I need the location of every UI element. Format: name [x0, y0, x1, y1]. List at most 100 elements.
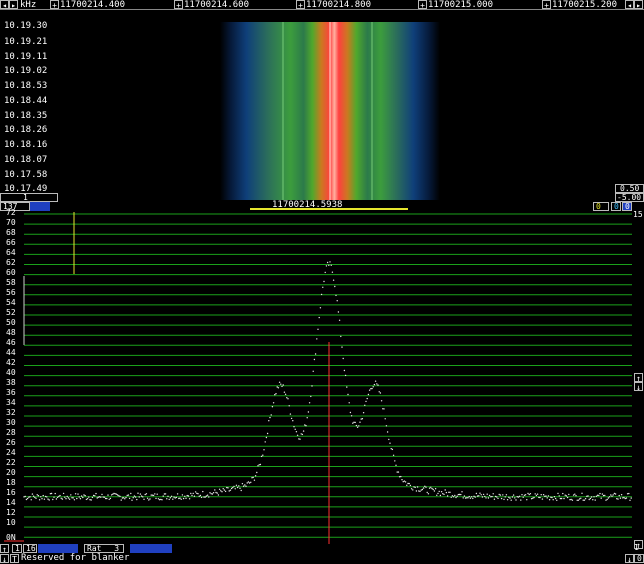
bottom-left-button[interactable]: ↑: [0, 544, 9, 554]
waterfall-scrollbar[interactable]: 1: [0, 193, 58, 202]
spectrum-point: [547, 495, 550, 497]
spectrum-point: [88, 496, 90, 498]
spectrum-point: [606, 498, 608, 501]
gain-up-button[interactable]: ↑: [634, 373, 643, 383]
spectrum-point: [107, 494, 109, 496]
spectrum-point: [94, 495, 96, 497]
spectrum-point: [162, 495, 164, 497]
spectrum-point: [50, 492, 53, 495]
spectrum-point: [322, 286, 324, 288]
freq-tick-2: 11700214.600: [184, 0, 250, 10]
spectrum-point: [374, 380, 377, 382]
tick-4-marker-button[interactable]: +: [418, 0, 427, 10]
spectrum-point: [589, 497, 592, 500]
spectrum-point: [109, 497, 112, 500]
spectrum-plot[interactable]: [0, 212, 644, 548]
box-b[interactable]: 16: [23, 544, 37, 553]
rat-value: 3: [114, 544, 120, 553]
waterfall-display[interactable]: [0, 12, 644, 202]
waterfall-svg: [220, 22, 440, 200]
spectrum-point: [548, 499, 551, 501]
spectrum-point: [562, 492, 564, 495]
spectrum-point: [383, 408, 385, 410]
bottom-row2-t-button[interactable]: T: [10, 554, 19, 564]
spectrum-point: [181, 494, 184, 496]
spectrum-point: [623, 496, 625, 499]
spectrum-point: [535, 494, 538, 497]
scale-bottom-box[interactable]: -5.00: [615, 193, 644, 202]
spectrum-point: [53, 496, 55, 498]
spectrum-point: [52, 498, 54, 501]
bottom-right-box[interactable]: 0: [634, 554, 644, 563]
spectrum-point: [26, 497, 29, 500]
spectrum-point: [220, 490, 222, 492]
y-label-36: 36: [6, 388, 16, 397]
gain-down-button[interactable]: ↓: [634, 382, 643, 392]
scale-top-box[interactable]: 0.50: [615, 184, 644, 193]
spectrum-point: [560, 497, 563, 500]
spectrum-point: [618, 494, 620, 497]
spectrum-point: [130, 492, 132, 495]
spectrum-point: [617, 498, 619, 500]
spectrum-point: [140, 495, 143, 497]
spectrum-point: [127, 494, 130, 496]
spectrum-point: [248, 482, 251, 484]
box-a[interactable]: 1: [12, 544, 22, 553]
right-box-a[interactable]: 0: [593, 202, 609, 211]
left-blue-box[interactable]: [30, 202, 50, 211]
waterfall-time-5: 10.18.53: [4, 81, 48, 91]
scroll-far-right-button[interactable]: ▸: [634, 0, 643, 10]
spectrum-point: [350, 415, 353, 417]
spectrum-point: [572, 494, 575, 496]
spectrum-point: [593, 496, 595, 498]
rat-box[interactable]: Rat 3: [84, 544, 124, 553]
bottom-row2-right-button[interactable]: ↓: [625, 554, 634, 564]
spectrum-point: [80, 495, 83, 497]
spectrum-point: [545, 495, 547, 497]
spectrum-point: [624, 497, 626, 500]
spectrum-point: [455, 496, 457, 499]
scroll-right-button[interactable]: ▸: [9, 0, 18, 10]
tick-3-marker-button[interactable]: +: [296, 0, 305, 10]
spectrum-point: [232, 486, 234, 489]
spectrum-point: [156, 493, 158, 495]
spectrum-point: [628, 492, 630, 495]
bottom-right-value: 0: [637, 554, 642, 563]
spectrum-point: [376, 383, 378, 385]
spectrum-point: [508, 496, 510, 498]
spectrum-point: [218, 488, 221, 490]
spectrum-point: [557, 492, 559, 495]
spectrum-point: [343, 369, 346, 372]
right-box-c[interactable]: 0: [622, 202, 632, 211]
blue-box-2[interactable]: [130, 544, 172, 553]
spectrum-point: [511, 496, 514, 498]
spectrum-point: [227, 487, 229, 489]
spectrum-point: [491, 495, 493, 498]
spectrum-point: [478, 495, 480, 497]
spectrum-point: [334, 285, 336, 288]
bottom-row2-left-button[interactable]: ↓: [0, 554, 9, 564]
y-label-66: 66: [6, 238, 16, 247]
spectrum-point: [493, 498, 496, 500]
y-label-24: 24: [6, 448, 16, 457]
y-label-60: 60: [6, 268, 16, 277]
scroll-left-button[interactable]: ◂: [0, 0, 9, 10]
spectrum-point: [142, 496, 144, 498]
spectrum-point: [313, 358, 316, 361]
scroll-far-left-button[interactable]: ◂: [625, 0, 634, 10]
spectrum-point: [550, 496, 552, 498]
tick-2-marker-button[interactable]: +: [174, 0, 183, 10]
blue-box-1[interactable]: [38, 544, 78, 553]
spectrum-point: [283, 391, 286, 393]
spectrum-point: [527, 492, 529, 495]
spectrum-point: [536, 493, 539, 495]
spectrum-point: [422, 487, 425, 489]
right-box-b[interactable]: 0: [611, 202, 621, 211]
spectrum-point: [328, 264, 330, 266]
spectrum-point: [264, 441, 266, 443]
spectrum-point: [113, 492, 115, 495]
tick-1-marker-button[interactable]: +: [50, 0, 59, 10]
spectrum-point: [484, 495, 486, 498]
spectrum-point: [319, 307, 322, 309]
tick-5-marker-button[interactable]: +: [542, 0, 551, 10]
